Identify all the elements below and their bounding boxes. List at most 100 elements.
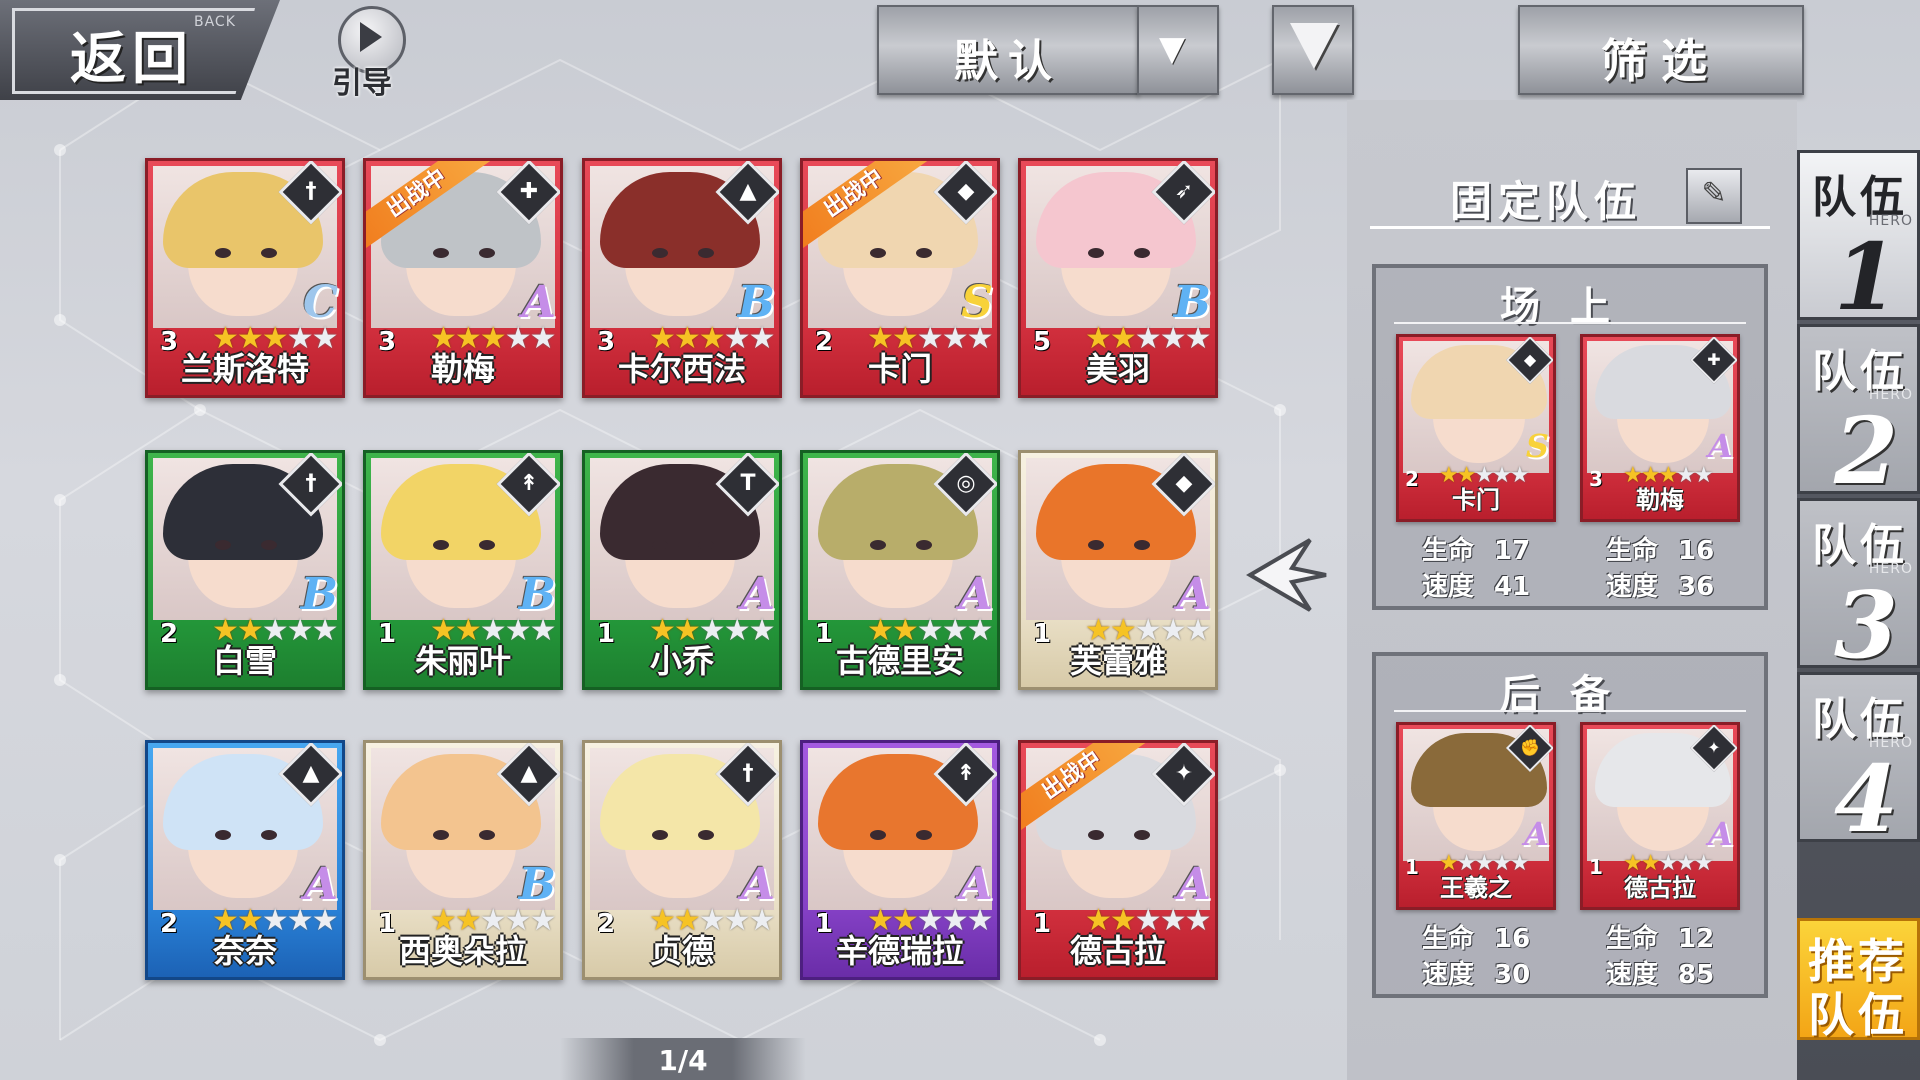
hero-eye: [652, 830, 668, 840]
hero-eye: [1134, 248, 1150, 258]
speed-stat: 速度 41: [1422, 566, 1530, 603]
play-triangle-icon: [360, 22, 382, 52]
hero-eye: [870, 830, 886, 840]
hero-name: 白雪: [212, 642, 277, 680]
team-member-card[interactable]: ✚ A 3 ★★★★★ 勒梅: [1580, 334, 1740, 522]
recommend-team-button[interactable]: 推荐 队伍: [1797, 918, 1920, 1042]
hero-card[interactable]: ↟ A 1 ★★★★★ 辛德瑞拉: [800, 740, 1000, 980]
tab-team-2[interactable]: 队伍 HERO 2: [1797, 324, 1920, 505]
hero-eye: [261, 248, 277, 258]
page-indicator: 1/4: [560, 1038, 806, 1080]
hero-card[interactable]: T A 1 ★★★★★ 小乔: [582, 450, 782, 690]
hero-name: 勒梅: [430, 350, 495, 388]
back-button-label: 返回: [70, 27, 194, 92]
hero-card[interactable]: ➶ B 5 ★★★★★ 美羽: [1018, 158, 1218, 398]
team-member-card[interactable]: ✊ A 1 ★★★★★ 王羲之: [1396, 722, 1556, 910]
hero-eye: [261, 830, 277, 840]
hero-eye: [698, 830, 714, 840]
back-button[interactable]: 返回 BACK: [0, 0, 280, 100]
hp-value: 17: [1494, 536, 1531, 566]
hero-rank: A: [1708, 427, 1733, 465]
hero-card[interactable]: ▲ B 3 ★★★★★ 卡尔西法: [582, 158, 782, 398]
speed-label: 速度: [1422, 960, 1475, 990]
hero-card[interactable]: † C 3 ★★★★★ 兰斯洛特: [145, 158, 345, 398]
hp-stat: 生命 12: [1606, 918, 1714, 955]
hero-eye: [215, 248, 231, 258]
sort-select[interactable]: 默认: [877, 5, 1139, 95]
speed-value: 30: [1494, 960, 1531, 990]
hero-rank: A: [1524, 815, 1549, 853]
hp-label: 生命: [1422, 924, 1475, 954]
team-tab-number: 2: [1834, 397, 1899, 505]
hero-eye: [433, 248, 449, 258]
hero-name: 卡尔西法: [617, 350, 746, 388]
hero-eye: [433, 540, 449, 550]
hero-name: 小乔: [649, 642, 714, 680]
reserve-zone-divider: [1394, 710, 1746, 712]
hero-eye: [479, 248, 495, 258]
guide-label: 引导: [332, 66, 392, 101]
filter-button-label: 筛选: [1601, 34, 1721, 88]
hero-name: 卡门: [1452, 486, 1500, 514]
hero-name: 辛德瑞拉: [835, 932, 964, 970]
back-button-sublabel: BACK: [194, 14, 236, 30]
hp-stat: 生命 16: [1606, 530, 1714, 567]
hero-name: 王羲之: [1440, 874, 1512, 902]
speed-label: 速度: [1606, 960, 1659, 990]
filter-button[interactable]: 筛选: [1518, 5, 1804, 95]
team-member-card[interactable]: ✦ A 1 ★★★★★ 德古拉: [1580, 722, 1740, 910]
tab-team-3[interactable]: 队伍 HERO 3: [1797, 498, 1920, 679]
hero-eye: [479, 540, 495, 550]
hero-card[interactable]: ↟ B 1 ★★★★★ 朱丽叶: [363, 450, 563, 690]
speed-label: 速度: [1422, 572, 1475, 602]
tab-team-4[interactable]: 队伍 HERO 4: [1797, 672, 1920, 853]
speed-stat: 速度 85: [1606, 954, 1714, 991]
team-tab-number: 1: [1834, 223, 1899, 331]
speed-value: 41: [1494, 572, 1531, 602]
hero-card[interactable]: ✦ A 1 ★★★★★ 德古拉 出战中: [1018, 740, 1218, 980]
title-divider: [1370, 226, 1770, 229]
hero-card[interactable]: ◆ A 1 ★★★★★ 芙蕾雅: [1018, 450, 1218, 690]
hero-card[interactable]: ▲ A 2 ★★★★★ 奈奈: [145, 740, 345, 980]
pencil-icon: ✎: [1701, 176, 1727, 211]
hero-eye: [652, 248, 668, 258]
hero-name: 德古拉: [1624, 874, 1696, 902]
hero-eye: [215, 540, 231, 550]
hp-label: 生命: [1606, 924, 1659, 954]
edit-team-button[interactable]: ✎: [1686, 168, 1742, 224]
hero-card[interactable]: ◆ S 2 ★★★★★ 卡门 出战中: [800, 158, 1000, 398]
page-indicator-text: 1/4: [658, 1044, 708, 1077]
hero-name: 古德里安: [835, 642, 964, 680]
hp-label: 生命: [1606, 536, 1659, 566]
hero-name: 芙蕾雅: [1069, 642, 1166, 680]
hp-value: 16: [1494, 924, 1531, 954]
tab-team-1[interactable]: 队伍 HERO 1: [1797, 150, 1920, 331]
hero-eye: [1088, 830, 1104, 840]
move-to-team-arrow-icon[interactable]: [1240, 530, 1330, 620]
hero-name: 兰斯洛特: [180, 350, 309, 388]
sort-order-button[interactable]: [1272, 5, 1354, 95]
hero-eye: [1088, 540, 1104, 550]
hero-eye: [916, 248, 932, 258]
hero-name: 德古拉: [1069, 932, 1166, 970]
hero-name: 卡门: [867, 350, 932, 388]
hero-eye: [870, 540, 886, 550]
hp-value: 12: [1678, 924, 1715, 954]
hero-card[interactable]: ✚ A 3 ★★★★★ 勒梅 出战中: [363, 158, 563, 398]
hero-card[interactable]: ◎ A 1 ★★★★★ 古德里安: [800, 450, 1000, 690]
hero-card[interactable]: † B 2 ★★★★★ 白雪: [145, 450, 345, 690]
hero-name: 西奥朵拉: [398, 932, 527, 970]
fixed-team-title: 固定队伍: [1450, 177, 1643, 226]
hero-eye: [479, 830, 495, 840]
onfield-zone-divider: [1394, 322, 1746, 324]
hero-card[interactable]: † A 2 ★★★★★ 贞德: [582, 740, 782, 980]
team-member-card[interactable]: ◆ S 2 ★★★★★ 卡门: [1396, 334, 1556, 522]
guide-button[interactable]: 引导: [330, 6, 410, 101]
hero-rank: A: [1708, 815, 1733, 853]
hero-card[interactable]: ▲ B 1 ★★★★★ 西奥朵拉: [363, 740, 563, 980]
team-tab-number: 4: [1834, 745, 1899, 853]
hero-eye: [698, 540, 714, 550]
team-tab-number: 3: [1834, 571, 1899, 679]
speed-value: 36: [1678, 572, 1715, 602]
sort-dropdown-button[interactable]: ▼: [1137, 5, 1219, 95]
